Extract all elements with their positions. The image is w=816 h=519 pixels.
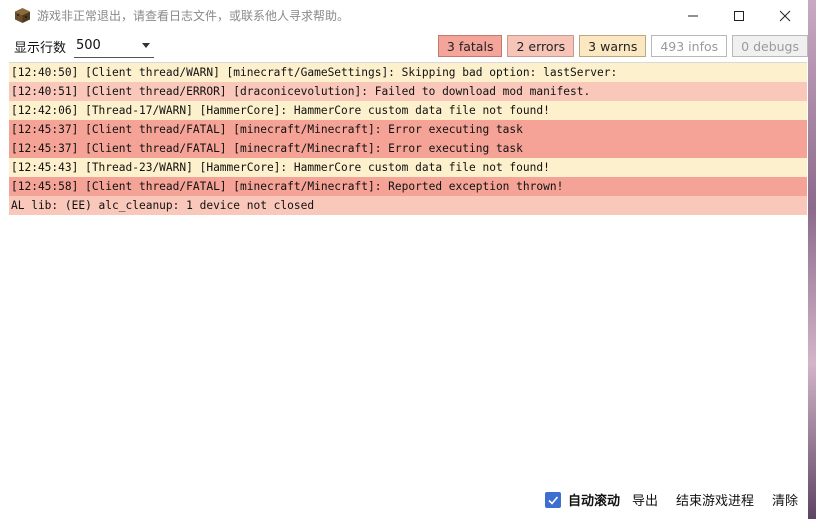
log-row-text: [12:45:58] [Client thread/FATAL] [minecr… (11, 180, 564, 193)
minimize-icon (688, 15, 698, 16)
log-list[interactable]: [12:40:50] [Client thread/WARN] [minecra… (9, 62, 807, 481)
close-button[interactable] (762, 0, 808, 31)
log-row-text: [12:45:37] [Client thread/FATAL] [minecr… (11, 142, 523, 155)
log-row-text: [12:42:06] [Thread-17/WARN] [HammerCore]… (11, 104, 550, 117)
log-row-text: [12:45:43] [Thread-23/WARN] [HammerCore]… (11, 161, 550, 174)
log-row[interactable]: [12:42:06] [Thread-17/WARN] [HammerCore]… (9, 101, 807, 120)
log-row[interactable]: [12:45:58] [Client thread/FATAL] [minecr… (9, 177, 807, 196)
rows-label: 显示行数 (14, 40, 67, 56)
minecraft-block-icon (14, 7, 31, 24)
export-button[interactable]: 导出 (632, 490, 658, 509)
log-row-text: [12:45:37] [Client thread/FATAL] [minecr… (11, 123, 523, 136)
desktop-background (808, 0, 816, 519)
log-row[interactable]: [12:45:43] [Thread-23/WARN] [HammerCore]… (9, 158, 807, 177)
minimize-button[interactable] (670, 0, 716, 31)
rows-select-value: 500 (76, 38, 101, 53)
filter-warn-button[interactable]: 3 warns (579, 35, 647, 57)
filter-fatal-button[interactable]: 3 fatals (437, 35, 503, 57)
log-row-text: AL lib: (EE) alc_cleanup: 1 device not c… (11, 199, 315, 212)
log-window: 游戏非正常退出，请查看日志文件，或联系他人寻求帮助。 显示行数 500 3 fa… (0, 0, 808, 519)
maximize-button[interactable] (716, 0, 762, 31)
filter-debug-button[interactable]: 0 debugs (732, 35, 808, 57)
log-row[interactable]: AL lib: (EE) alc_cleanup: 1 device not c… (9, 196, 807, 215)
window-controls (670, 0, 808, 31)
rows-select[interactable]: 500 (74, 34, 155, 58)
toolbar: 显示行数 500 3 fatals 2 errors 3 warns 493 i… (0, 31, 808, 61)
log-row[interactable]: [12:40:51] [Client thread/ERROR] [dracon… (9, 82, 807, 101)
log-row[interactable]: [12:45:37] [Client thread/FATAL] [minecr… (9, 139, 807, 158)
filter-info-button[interactable]: 493 infos (651, 35, 728, 57)
auto-scroll-label[interactable]: 自动滚动 (568, 490, 620, 509)
bottom-bar: 自动滚动 导出 结束游戏进程 清除 (0, 480, 808, 519)
kill-game-process-button[interactable]: 结束游戏进程 (676, 490, 754, 509)
chevron-down-icon (142, 43, 151, 48)
filter-error-button[interactable]: 2 errors (507, 35, 575, 57)
window-title: 游戏非正常退出，请查看日志文件，或联系他人寻求帮助。 (37, 9, 350, 23)
close-icon (779, 10, 791, 21)
log-row[interactable]: [12:45:37] [Client thread/FATAL] [minecr… (9, 120, 807, 139)
log-row-text: [12:40:50] [Client thread/WARN] [minecra… (11, 66, 618, 79)
level-filters: 3 fatals 2 errors 3 warns 493 infos 0 de… (437, 35, 808, 57)
log-row[interactable]: [12:40:50] [Client thread/WARN] [minecra… (9, 63, 807, 82)
title-bar[interactable]: 游戏非正常退出，请查看日志文件，或联系他人寻求帮助。 (0, 0, 808, 31)
log-row-text: [12:40:51] [Client thread/ERROR] [dracon… (11, 85, 591, 98)
auto-scroll-checkbox[interactable] (544, 491, 561, 508)
checkmark-icon (548, 495, 559, 505)
maximize-icon (734, 10, 744, 21)
clear-button[interactable]: 清除 (772, 490, 798, 509)
